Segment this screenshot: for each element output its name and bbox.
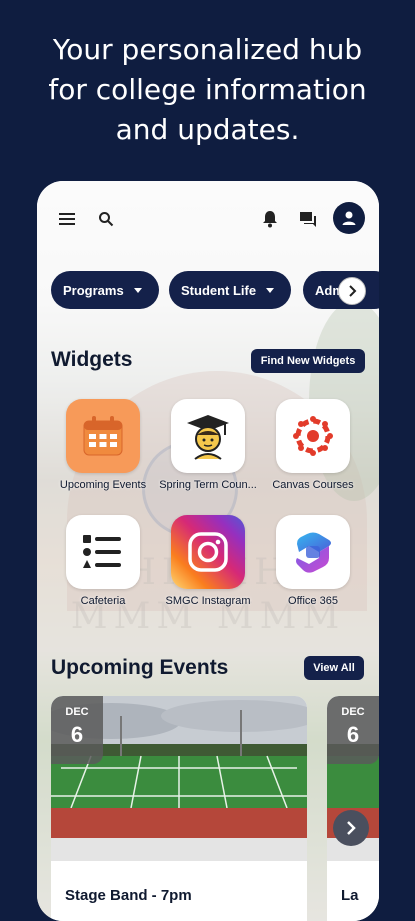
canvas-icon bbox=[276, 399, 350, 473]
event-card[interactable]: DEC 6 Stage Band - 7pm bbox=[51, 696, 307, 921]
event-title: Stage Band - 7pm bbox=[65, 887, 192, 904]
widgets-title: Widgets bbox=[51, 348, 133, 371]
chevron-down-icon bbox=[266, 287, 275, 293]
headline: Your personalized hub for college inform… bbox=[0, 30, 415, 150]
widget-canvas-courses[interactable]: Canvas Courses bbox=[263, 399, 363, 491]
widget-cafeteria[interactable]: Cafeteria bbox=[53, 515, 153, 607]
widget-label: Cafeteria bbox=[80, 595, 126, 607]
chat-icon[interactable] bbox=[293, 201, 323, 237]
bell-icon[interactable] bbox=[255, 201, 285, 237]
chevron-down-icon bbox=[133, 287, 142, 293]
widget-label: Upcoming Events bbox=[59, 479, 147, 491]
search-icon[interactable] bbox=[91, 201, 121, 237]
widget-office-365[interactable]: Office 365 bbox=[263, 515, 363, 607]
widget-label: SMGC Instagram bbox=[165, 595, 251, 607]
office365-icon bbox=[276, 515, 350, 589]
category-chips: Programs Student Life Adm bbox=[51, 271, 379, 311]
widget-upcoming-events[interactable]: Upcoming Events bbox=[53, 399, 153, 491]
list-icon bbox=[66, 515, 140, 589]
headline-line-3: and updates. bbox=[115, 113, 300, 146]
headline-line-1: Your personalized hub bbox=[52, 33, 363, 66]
widget-label: Office 365 bbox=[288, 595, 338, 607]
account-icon[interactable] bbox=[333, 202, 365, 234]
chip-programs[interactable]: Programs bbox=[51, 271, 159, 309]
menu-icon[interactable] bbox=[52, 201, 82, 237]
graduate-icon bbox=[171, 399, 245, 473]
event-title: La bbox=[341, 887, 359, 904]
widget-spring-term[interactable]: Spring Term Coun... bbox=[158, 399, 258, 491]
upcoming-events-title: Upcoming Events bbox=[51, 656, 229, 679]
date-badge: DEC 6 bbox=[51, 696, 103, 764]
chip-student-life[interactable]: Student Life bbox=[169, 271, 291, 309]
instagram-icon bbox=[171, 515, 245, 589]
top-bar bbox=[37, 201, 379, 237]
headline-line-2: for college information bbox=[48, 73, 367, 106]
calendar-icon bbox=[66, 399, 140, 473]
view-all-button[interactable]: View All bbox=[304, 656, 364, 680]
find-new-widgets-button[interactable]: Find New Widgets bbox=[251, 349, 365, 373]
widget-label: Canvas Courses bbox=[272, 479, 354, 491]
date-badge: DEC 6 bbox=[327, 696, 379, 764]
widget-smgc-instagram[interactable]: SMGC Instagram bbox=[158, 515, 258, 607]
phone-screen: HHH HHHMMM MMM Programs Student Life Adm bbox=[37, 181, 379, 921]
chevron-right-icon[interactable] bbox=[338, 277, 366, 305]
event-card[interactable]: DEC 6 La bbox=[327, 696, 379, 921]
widget-label: Spring Term Coun... bbox=[159, 479, 257, 491]
chevron-right-icon[interactable] bbox=[333, 810, 369, 846]
